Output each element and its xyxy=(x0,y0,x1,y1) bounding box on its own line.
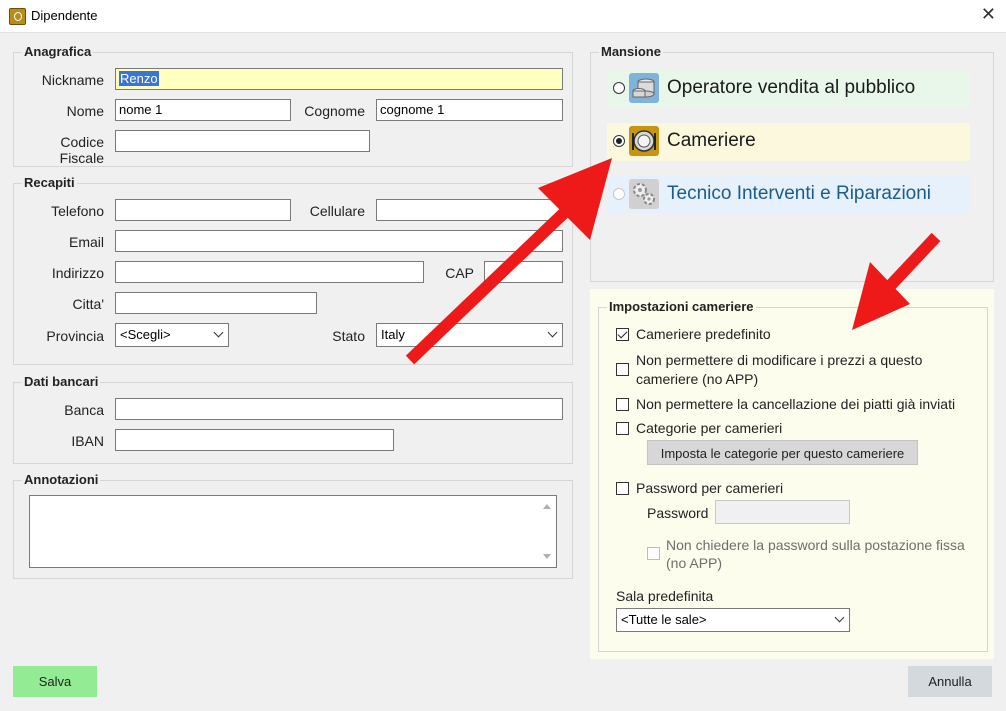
window-title: Dipendente xyxy=(31,8,98,23)
password-label: Password xyxy=(647,505,709,521)
recapiti-legend: Recapiti xyxy=(22,175,77,190)
cap-field[interactable] xyxy=(484,261,563,283)
nome-label: Nome xyxy=(66,103,104,119)
radio-operatore[interactable] xyxy=(613,82,625,94)
salva-button[interactable]: Salva xyxy=(13,666,97,697)
annotazioni-legend: Annotazioni xyxy=(22,472,101,487)
radio-tecnico[interactable] xyxy=(613,188,625,200)
annotazioni-textarea[interactable] xyxy=(29,495,557,568)
no-cancellazione-checkbox[interactable] xyxy=(616,398,629,411)
banca-label: Banca xyxy=(64,402,104,418)
email-field[interactable] xyxy=(115,230,563,252)
scroll-up-icon[interactable] xyxy=(543,504,551,509)
nome-field[interactable]: nome 1 xyxy=(115,99,291,121)
coins-icon xyxy=(629,73,659,103)
cellulare-field[interactable] xyxy=(376,199,563,221)
stato-value: Italy xyxy=(381,327,405,342)
provincia-label: Provincia xyxy=(46,328,104,344)
sala-predefinita-label: Sala predefinita xyxy=(616,588,714,604)
app-icon xyxy=(9,8,26,25)
cellulare-label: Cellulare xyxy=(309,203,365,219)
non-chiedere-password-label-line2: (no APP) xyxy=(666,555,723,571)
email-label: Email xyxy=(68,234,104,250)
mansione-option-operatore[interactable]: Operatore vendita al pubblico xyxy=(607,70,970,108)
indirizzo-field[interactable] xyxy=(115,261,424,283)
no-cancellazione-label: Non permettere la cancellazione dei piat… xyxy=(636,396,956,412)
password-field[interactable] xyxy=(715,500,850,524)
password-camerieri-checkbox[interactable] xyxy=(616,482,629,495)
chevron-down-icon xyxy=(213,327,224,338)
dati-bancari-group: Dati bancari xyxy=(13,374,573,464)
sala-predefinita-select[interactable]: <Tutte le sale> xyxy=(616,608,850,632)
chevron-down-icon xyxy=(547,327,558,338)
dati-bancari-legend: Dati bancari xyxy=(22,374,101,389)
operatore-label: Operatore vendita al pubblico xyxy=(667,77,916,98)
no-modifica-prezzi-label-line2: cameriere (no APP) xyxy=(636,371,759,387)
close-icon[interactable]: ✕ xyxy=(981,4,996,25)
codice-fiscale-label: Codice Fiscale xyxy=(59,134,104,166)
sala-predefinita-value: <Tutte le sale> xyxy=(621,612,707,627)
mansione-legend: Mansione xyxy=(599,44,663,59)
indirizzo-label: Indirizzo xyxy=(51,265,104,281)
stato-label: Stato xyxy=(332,328,365,344)
radio-cameriere[interactable] xyxy=(613,135,625,147)
citta-label: Citta' xyxy=(72,296,104,312)
codice-fiscale-field[interactable] xyxy=(115,130,370,152)
imposta-categorie-button[interactable]: Imposta le categorie per questo camerier… xyxy=(647,440,918,465)
non-chiedere-password-label-line1: Non chiedere la password sulla postazion… xyxy=(666,537,965,553)
categorie-label: Categorie per camerieri xyxy=(636,420,783,436)
chevron-down-icon xyxy=(834,612,845,623)
categorie-checkbox[interactable] xyxy=(616,422,629,435)
nickname-value: Renzo xyxy=(119,71,159,86)
scroll-down-icon[interactable] xyxy=(543,554,551,559)
provincia-select[interactable]: <Scegli> xyxy=(115,323,229,347)
impostazioni-legend: Impostazioni cameriere xyxy=(607,299,756,314)
nickname-field[interactable]: Renzo xyxy=(115,68,563,90)
cognome-label: Cognome xyxy=(304,103,365,119)
mansione-option-tecnico[interactable]: Tecnico Interventi e Riparazioni xyxy=(607,176,970,214)
telefono-field[interactable] xyxy=(115,199,291,221)
no-modifica-prezzi-checkbox[interactable] xyxy=(616,363,629,376)
banca-field[interactable] xyxy=(115,398,563,420)
iban-label: IBAN xyxy=(71,433,104,449)
cameriere-predefinito-checkbox[interactable] xyxy=(616,328,629,341)
iban-field[interactable] xyxy=(115,429,394,451)
waiter-icon xyxy=(629,126,659,156)
gears-icon xyxy=(629,179,659,209)
tecnico-label: Tecnico Interventi e Riparazioni xyxy=(667,183,932,204)
cameriere-label: Cameriere xyxy=(667,130,756,151)
stato-select[interactable]: Italy xyxy=(376,323,563,347)
citta-field[interactable] xyxy=(115,292,317,314)
cameriere-predefinito-label: Cameriere predefinito xyxy=(636,326,771,342)
nickname-label: Nickname xyxy=(41,72,104,88)
telefono-label: Telefono xyxy=(51,203,104,219)
anagrafica-legend: Anagrafica xyxy=(22,44,94,59)
non-chiedere-password-checkbox[interactable] xyxy=(647,547,660,560)
cognome-field[interactable]: cognome 1 xyxy=(376,99,563,121)
provincia-value: <Scegli> xyxy=(120,327,171,342)
cap-label: CAP xyxy=(445,265,474,281)
no-modifica-prezzi-label-line1: Non permettere di modificare i prezzi a … xyxy=(636,352,923,368)
annulla-button[interactable]: Annulla xyxy=(908,666,992,697)
mansione-option-cameriere[interactable]: Cameriere xyxy=(607,123,970,161)
password-camerieri-label: Password per camerieri xyxy=(636,480,784,496)
title-bar: Dipendente ✕ xyxy=(0,0,1006,33)
